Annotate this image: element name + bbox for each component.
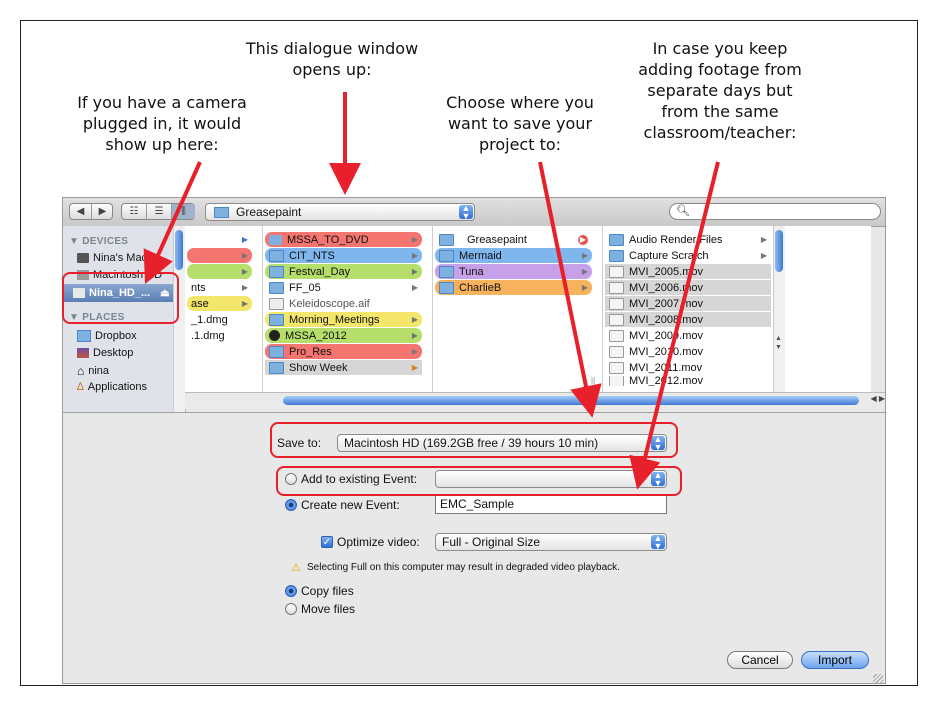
arrow-footage [629, 161, 720, 490]
annotation-arrows [143, 92, 720, 490]
arrow-save [538, 161, 602, 418]
arrow-camera [143, 161, 202, 284]
